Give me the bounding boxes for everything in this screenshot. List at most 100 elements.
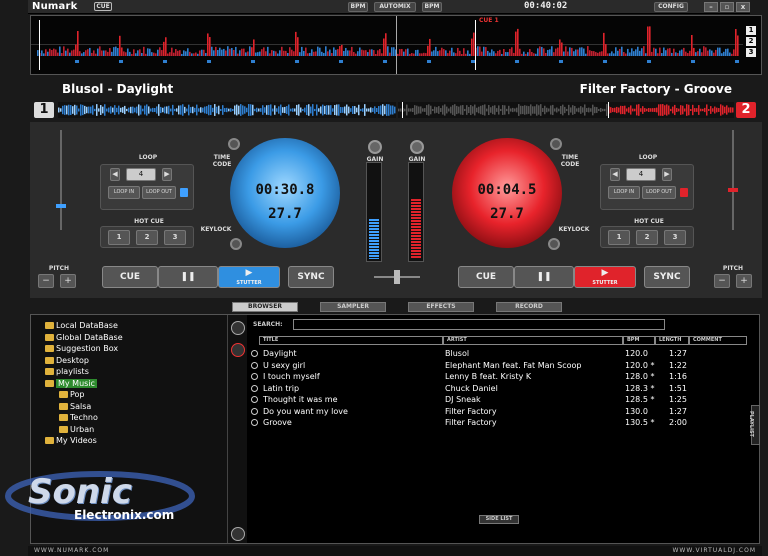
bpm-left-button[interactable]: BPM (348, 2, 368, 12)
config-button[interactable]: CONFIG (654, 2, 688, 12)
deck-right-keylock-button[interactable] (548, 238, 560, 250)
overview-wave-bar (77, 30, 79, 56)
overview-view-3-button[interactable]: 3 (746, 48, 756, 57)
overview-wave-bar (229, 48, 231, 56)
deck-right-loop-in-button[interactable]: LOOP IN (608, 186, 640, 199)
tree-item[interactable]: playlists (45, 366, 89, 377)
column-bpm-header[interactable]: BPM (623, 336, 655, 345)
deck-left-loop-lock-icon[interactable] (180, 188, 188, 197)
playlist-tab[interactable]: PLAYLIST (748, 405, 760, 445)
table-row[interactable]: Latin trip Chuck Daniel 128.3 * 1:51 (249, 383, 749, 394)
table-row[interactable]: Do you want my love Filter Factory 130.0 1:… (249, 406, 749, 417)
overview-wave-bar (545, 52, 547, 56)
side-list-button[interactable]: SIDE LIST (479, 515, 519, 524)
tree-item[interactable]: Local DataBase (45, 320, 118, 331)
deck-right-hot-cue-2-button[interactable]: 2 (636, 230, 658, 245)
table-row[interactable]: U sexy girl Elephant Man feat. Fat Man Sc… (249, 360, 749, 371)
add-folder-icon[interactable] (231, 321, 245, 335)
deck-right-gain-knob[interactable] (410, 140, 424, 154)
deck-left-hot-cue-2-button[interactable]: 2 (136, 230, 158, 245)
table-row[interactable]: Groove Filter Factory 130.5 * 2:00 (249, 417, 749, 428)
deck-left-jog-wheel[interactable]: 00:30.8 27.7 (230, 138, 340, 248)
column-artist-header[interactable]: ARTIST (443, 336, 623, 345)
waveform-overview[interactable]: CUE 1 1 2 3 (30, 15, 762, 75)
deck-right-jog-wheel[interactable]: 00:04.5 27.7 (452, 138, 562, 248)
minimize-button[interactable]: – (704, 2, 718, 12)
tab-browser[interactable]: BROWSER (232, 302, 298, 312)
overview-wave-bar (403, 51, 405, 56)
close-button[interactable]: x (736, 2, 750, 12)
deck-right-loop-out-button[interactable]: LOOP OUT (642, 186, 676, 199)
search-input[interactable] (293, 319, 665, 330)
tree-item[interactable]: Techno (59, 412, 98, 423)
deck-right-pitch-slider[interactable] (732, 130, 734, 230)
tab-record[interactable]: RECORD (496, 302, 562, 312)
tab-effects[interactable]: EFFECTS (408, 302, 474, 312)
deck-left-pitch-minus-button[interactable]: − (38, 274, 54, 288)
deck-right-play-stutter-button[interactable]: ▶ STUTTER (574, 266, 636, 288)
deck-right-loop-prev-button[interactable]: ◀ (610, 168, 620, 181)
tree-item[interactable]: My Videos (45, 435, 97, 446)
deck-right-loop-lock-icon[interactable] (680, 188, 688, 197)
deck-right-timecode-button[interactable] (550, 138, 562, 150)
deck-left-timecode-button[interactable] (228, 138, 240, 150)
tree-item[interactable]: Urban (59, 424, 94, 435)
deck-left-hot-cue-1-button[interactable]: 1 (108, 230, 130, 245)
deck-left-waveform[interactable] (58, 102, 396, 118)
crossfader-handle[interactable] (394, 270, 400, 284)
tree-item[interactable]: Desktop (45, 355, 89, 366)
tree-item[interactable]: Suggestion Box (45, 343, 118, 354)
table-row[interactable]: Daylight Blusol 120.0 1:27 (249, 348, 749, 359)
column-comment-header[interactable]: COMMENT (689, 336, 747, 345)
column-length-header[interactable]: LENGTH (655, 336, 689, 345)
overview-wave-bar (275, 51, 277, 56)
overview-wave-bar (137, 50, 139, 56)
deck-right-pitch-minus-button[interactable]: − (714, 274, 730, 288)
deck-left-cue-button[interactable]: CUE (102, 266, 158, 288)
table-row[interactable]: Thought it was me DJ Sneak 128.5 * 1:25 (249, 394, 749, 405)
tree-item[interactable]: My Music (45, 378, 97, 389)
deck-left-hot-cue-3-button[interactable]: 3 (164, 230, 186, 245)
deck-left-pitch-plus-button[interactable]: + (60, 274, 76, 288)
deck-left-keylock-button[interactable] (230, 238, 242, 250)
add-playlist-icon[interactable] (231, 343, 245, 357)
deck-left-waveform-graphic (58, 104, 396, 116)
deck-left-pitch-slider[interactable] (60, 130, 62, 230)
tab-sampler[interactable]: SAMPLER (320, 302, 386, 312)
deck-left-keylock-label: KEYLOCK (200, 226, 232, 233)
deck-left-pause-button[interactable]: ❚❚ (158, 266, 218, 288)
deck-left-loop-select[interactable]: 4 (126, 168, 156, 181)
deck-right-hot-cue-1-button[interactable]: 1 (608, 230, 630, 245)
deck-right-pitch-handle[interactable] (728, 188, 738, 192)
deck-right-pause-button[interactable]: ❚❚ (514, 266, 574, 288)
deck-left-loop-out-button[interactable]: LOOP OUT (142, 186, 176, 199)
table-row[interactable]: I touch myself Lenny B feat. Kristy K 128.… (249, 371, 749, 382)
deck-right-cue-button[interactable]: CUE (458, 266, 514, 288)
deck-left-sync-button[interactable]: SYNC (288, 266, 334, 288)
deck-left-play-stutter-button[interactable]: ▶ STUTTER (218, 266, 280, 288)
deck-right-hot-cue-3-button[interactable]: 3 (664, 230, 686, 245)
tree-item[interactable]: Pop (59, 389, 85, 400)
tree-item[interactable]: Salsa (59, 401, 91, 412)
deck-right-loop-select[interactable]: 4 (626, 168, 656, 181)
deck-right-sync-button[interactable]: SYNC (644, 266, 690, 288)
deck-right-waveform[interactable] (398, 102, 734, 118)
deck-right-loop-next-button[interactable]: ▶ (662, 168, 672, 181)
deck-left-loop-in-button[interactable]: LOOP IN (108, 186, 140, 199)
deck-right-stutter-label: STUTTER (592, 280, 618, 286)
tree-item[interactable]: Global DataBase (45, 332, 123, 343)
deck-left-loop-next-button[interactable]: ▶ (162, 168, 172, 181)
automix-button[interactable]: AUTOMIX (374, 2, 416, 12)
overview-view-2-button[interactable]: 2 (746, 37, 756, 46)
overview-wave-bar (733, 49, 735, 56)
overview-view-1-button[interactable]: 1 (746, 26, 756, 35)
lock-icon[interactable] (231, 527, 245, 541)
maximize-button[interactable]: ▫ (720, 2, 734, 12)
deck-left-gain-knob[interactable] (368, 140, 382, 154)
deck-left-pitch-handle[interactable] (56, 204, 66, 208)
deck-left-wave-bar (154, 108, 156, 112)
deck-right-pitch-plus-button[interactable]: + (736, 274, 752, 288)
deck-left-loop-prev-button[interactable]: ◀ (110, 168, 120, 181)
column-title-header[interactable]: TITLE (259, 336, 443, 345)
bpm-right-button[interactable]: BPM (422, 2, 442, 12)
